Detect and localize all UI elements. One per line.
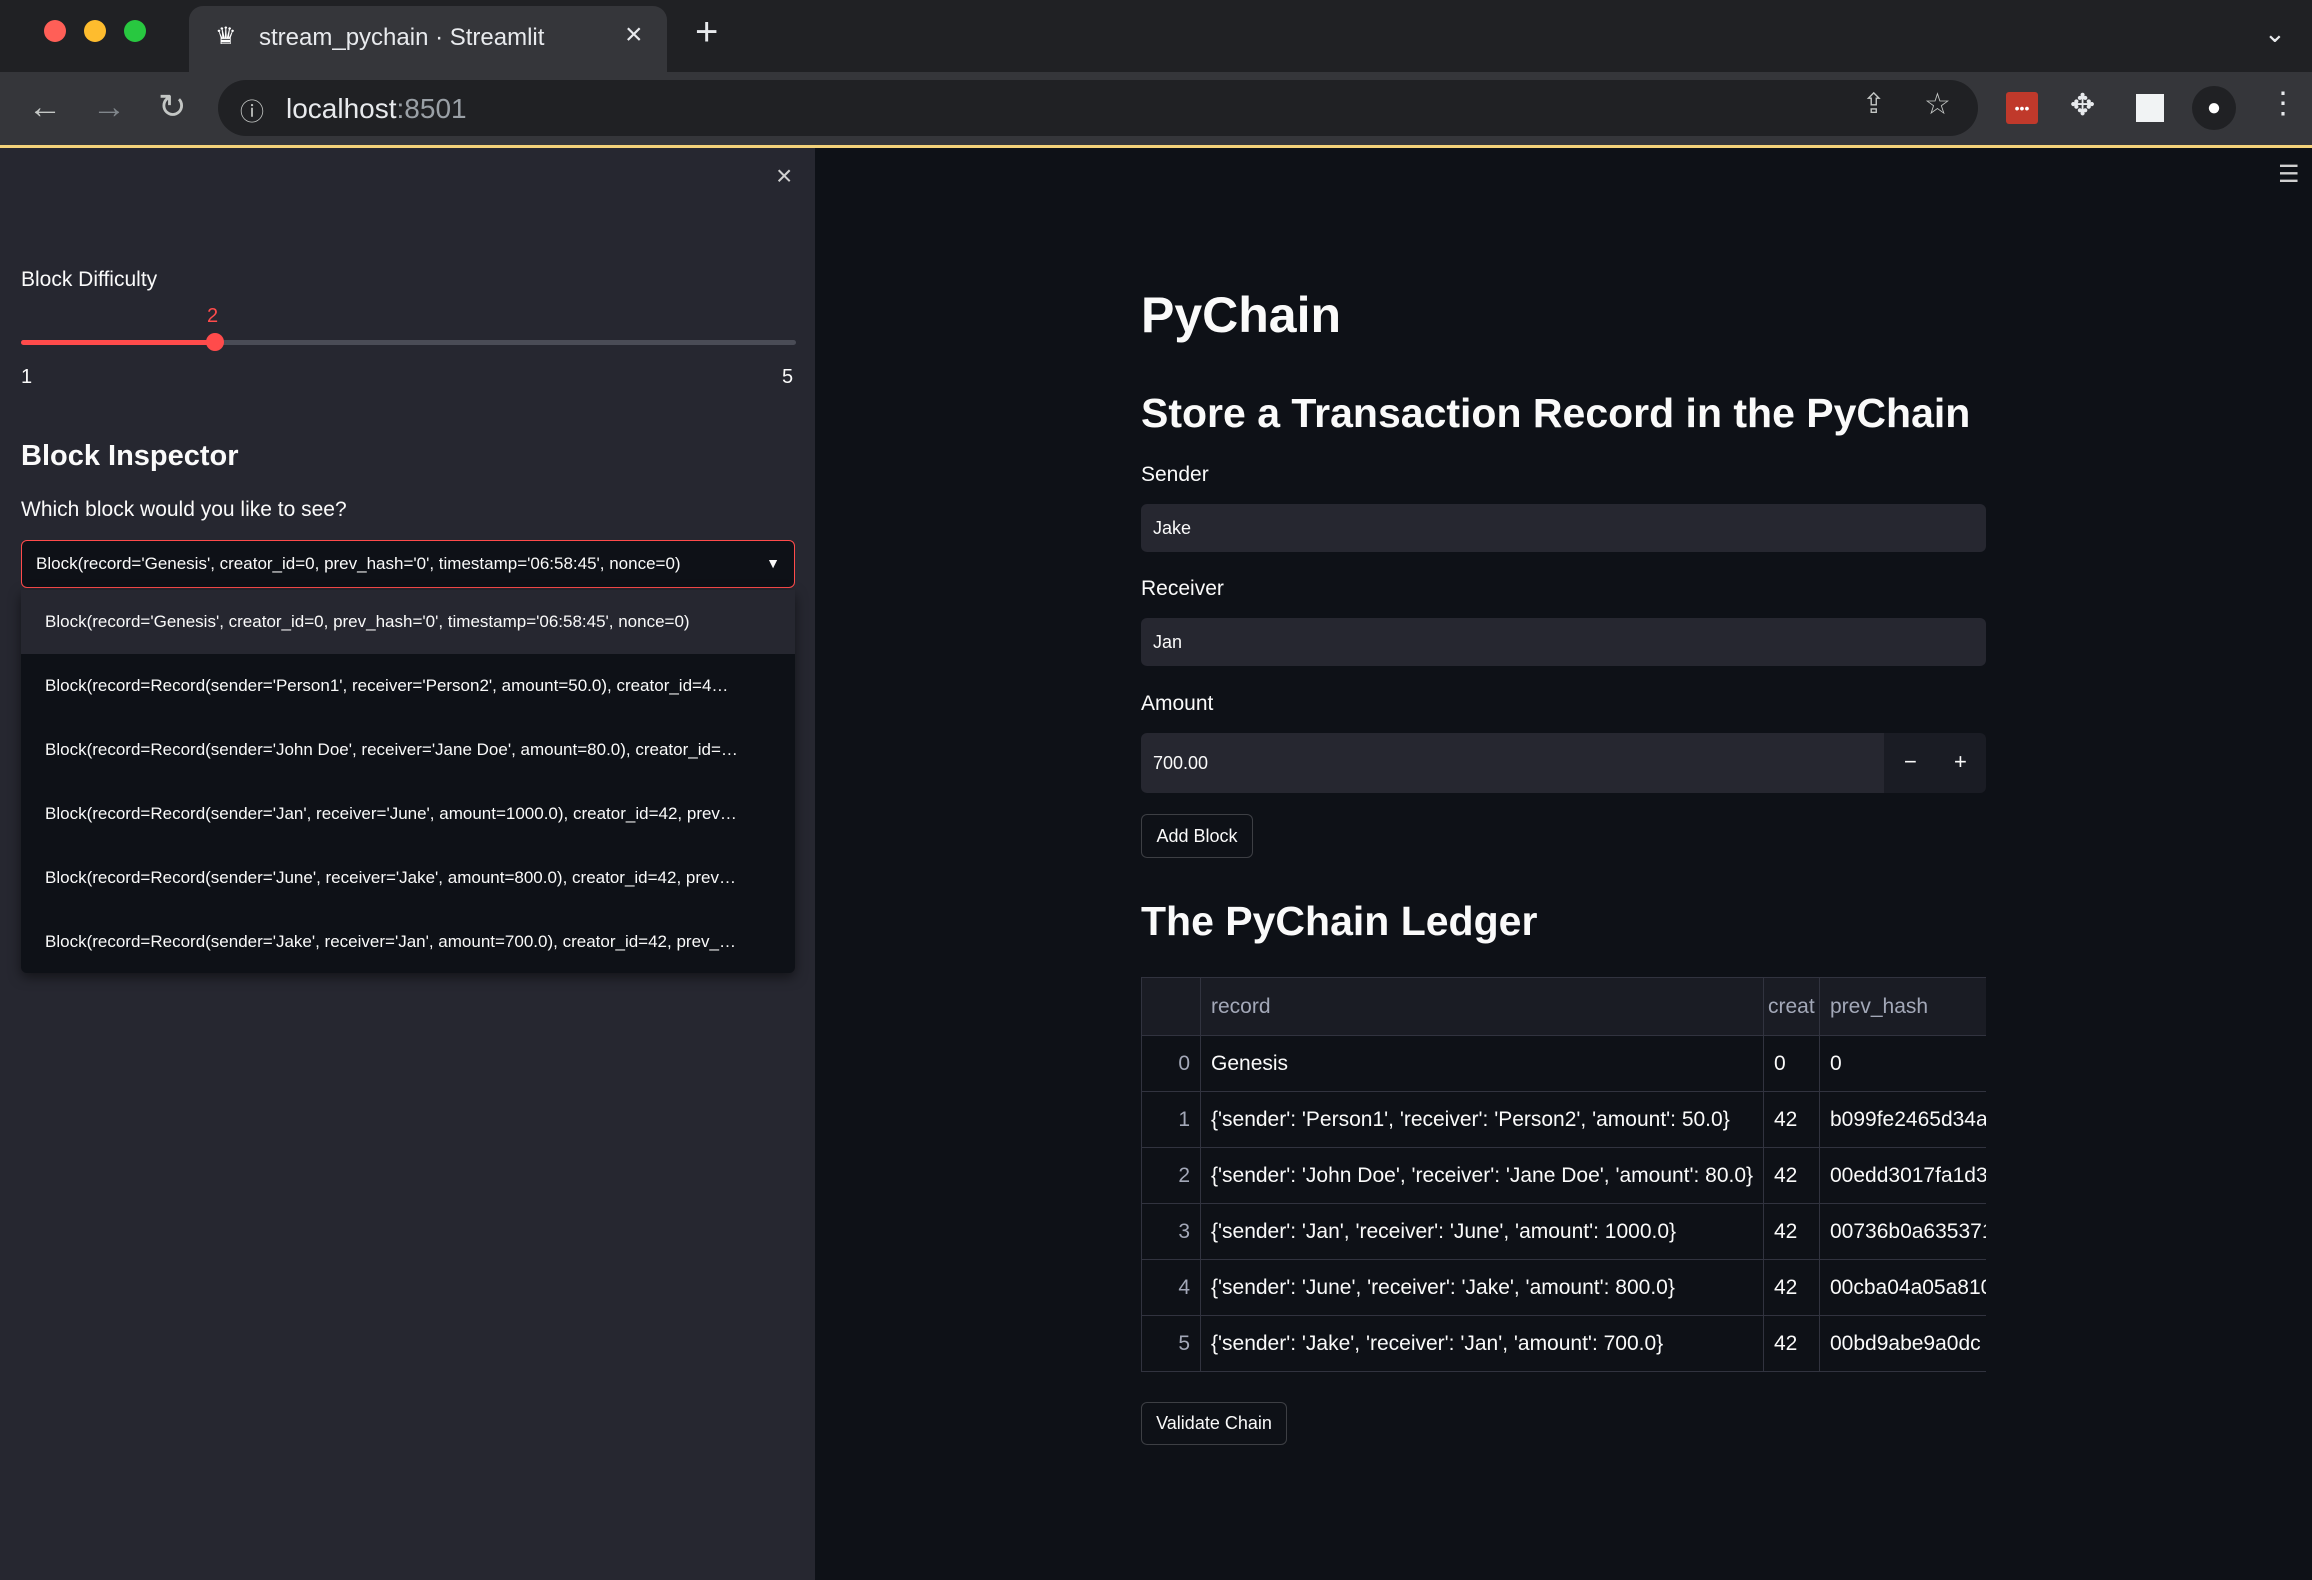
sender-label: Sender [1141,463,1209,486]
hamburger-menu-icon[interactable]: ☰ [2278,160,2300,189]
slider-thumb[interactable] [206,333,224,351]
window-minimize-button[interactable] [84,20,106,42]
url-port: :8501 [396,93,467,124]
browser-tab-bar: ♛ stream_pychain · Streamlit × + ⌄ [0,0,2312,72]
block-select-value: Block(record='Genesis', creator_id=0, pr… [36,554,681,573]
prev-hash-cell: 0 [1819,1035,1986,1092]
slider-fill [21,340,215,345]
url-host: localhost [286,93,397,124]
dropdown-option[interactable]: Block(record=Record(sender='Jake', recei… [21,910,795,974]
record-cell: {'sender': 'Jake', 'receiver': 'Jan', 'a… [1200,1315,1764,1372]
block-select-label: Which block would you like to see? [21,498,347,521]
record-cell: {'sender': 'June', 'receiver': 'Jake', '… [1200,1259,1764,1316]
ledger-heading: The PyChain Ledger [1141,898,1538,944]
amount-input[interactable]: 700.00 [1141,733,1884,793]
tab-list-chevron-icon[interactable]: ⌄ [2264,18,2286,49]
table-row: 0 Genesis 0 0 [1141,1035,1986,1092]
difficulty-slider-track[interactable] [21,340,796,345]
browser-tab[interactable]: ♛ stream_pychain · Streamlit × [189,6,667,72]
address-bar[interactable]: ⓘ localhost:8501 ⇪ ☆ [218,80,1978,136]
reload-icon[interactable]: ↻ [158,90,187,124]
creator-cell: 42 [1763,1203,1820,1260]
record-cell: {'sender': 'Jan', 'receiver': 'June', 'a… [1200,1203,1764,1260]
bookmark-star-icon[interactable]: ☆ [1924,90,1951,120]
table-header: record creat prev_hash [1141,977,1986,1036]
slider-max: 5 [782,366,794,388]
row-index: 3 [1141,1203,1201,1260]
creator-cell: 42 [1763,1315,1820,1372]
table-row: 2 {'sender': 'John Doe', 'receiver': 'Jan… [1141,1147,1986,1204]
profile-avatar-icon[interactable]: ● [2192,86,2236,130]
lastpass-extension-icon[interactable]: ••• [2006,92,2038,124]
dropdown-option[interactable]: Block(record=Record(sender='John Doe', r… [21,718,795,782]
creator-cell: 42 [1763,1147,1820,1204]
prev-hash-cell: b099fe2465d34a [1819,1091,1986,1148]
browser-menu-icon[interactable]: ⋮ [2268,86,2298,121]
creator-cell: 42 [1763,1091,1820,1148]
block-select[interactable]: Block(record='Genesis', creator_id=0, pr… [21,540,795,588]
column-header-record[interactable]: record [1200,977,1764,1036]
creator-cell: 42 [1763,1259,1820,1316]
creator-cell: 0 [1763,1035,1820,1092]
table-row: 4 {'sender': 'June', 'receiver': 'Jake', … [1141,1259,1986,1316]
url-text: localhost:8501 [286,93,467,125]
sidebar-close-icon[interactable]: × [776,160,792,192]
page-title: PyChain [1141,287,1342,343]
prev-hash-cell: 00edd3017fa1d3 [1819,1147,1986,1204]
row-index: 5 [1141,1315,1201,1372]
window-maximize-button[interactable] [124,20,146,42]
prev-hash-cell: 00bd9abe9a0dc [1819,1315,1986,1372]
prev-hash-cell: 00736b0a635371 [1819,1203,1986,1260]
sender-input[interactable]: Jake [1141,504,1986,552]
dropdown-option[interactable]: Block(record=Record(sender='Jan', receiv… [21,782,795,846]
tab-title: stream_pychain · Streamlit [259,24,545,51]
ledger-table[interactable]: record creat prev_hash 0 Genesis 0 0 1 {'sen… [1141,977,1986,1373]
receiver-input[interactable]: Jan [1141,618,1986,666]
dropdown-option[interactable]: Block(record='Genesis', creator_id=0, pr… [21,590,795,654]
prev-hash-cell: 00cba04a05a810 [1819,1259,1986,1316]
validate-chain-button[interactable]: Validate Chain [1141,1402,1287,1445]
back-arrow-icon[interactable]: ← [28,90,62,124]
tab-close-icon[interactable]: × [625,18,643,52]
row-index: 0 [1141,1035,1201,1092]
new-tab-button[interactable]: + [695,10,718,55]
record-cell: {'sender': 'Person1', 'receiver': 'Perso… [1200,1091,1764,1148]
side-panel-icon[interactable] [2136,94,2164,122]
block-dropdown-list: Block(record='Genesis', creator_id=0, pr… [21,590,795,973]
slider-min: 1 [21,366,33,388]
table-row: 5 {'sender': 'Jake', 'receiver': 'Jan', '… [1141,1315,1986,1372]
amount-stepper: − + [1884,733,1986,793]
table-row: 1 {'sender': 'Person1', 'receiver': 'Pers… [1141,1091,1986,1148]
receiver-label: Receiver [1141,577,1224,600]
record-cell: Genesis [1200,1035,1764,1092]
amount-label: Amount [1141,692,1214,715]
chevron-down-icon: ▼ [766,555,780,571]
slider-value: 2 [207,305,219,327]
block-inspector-heading: Block Inspector [21,440,239,472]
browser-toolbar: ← → ↻ ⓘ localhost:8501 ⇪ ☆ ••• ✥ ● ⋮ [0,72,2312,146]
column-header-prev-hash[interactable]: prev_hash [1819,977,1986,1036]
add-block-button[interactable]: Add Block [1141,814,1253,858]
row-index: 2 [1141,1147,1201,1204]
transaction-heading: Store a Transaction Record in the PyChai… [1141,390,1971,436]
decrement-button[interactable]: − [1904,749,1917,775]
streamlit-crown-icon: ♛ [215,23,237,50]
row-index: 1 [1141,1091,1201,1148]
extensions-puzzle-icon[interactable]: ✥ [2070,88,2095,123]
column-header-index[interactable] [1141,977,1201,1036]
increment-button[interactable]: + [1954,749,1967,775]
share-icon[interactable]: ⇪ [1862,90,1885,118]
table-row: 3 {'sender': 'Jan', 'receiver': 'June', '… [1141,1203,1986,1260]
forward-arrow-icon[interactable]: → [92,90,126,124]
dropdown-option[interactable]: Block(record=Record(sender='June', recei… [21,846,795,910]
row-index: 4 [1141,1259,1201,1316]
record-cell: {'sender': 'John Doe', 'receiver': 'Jane… [1200,1147,1764,1204]
info-icon: ⓘ [240,99,264,126]
block-difficulty-label: Block Difficulty [21,268,158,291]
window-close-button[interactable] [44,20,66,42]
dropdown-option[interactable]: Block(record=Record(sender='Person1', re… [21,654,795,718]
column-header-creator[interactable]: creat [1763,977,1820,1036]
